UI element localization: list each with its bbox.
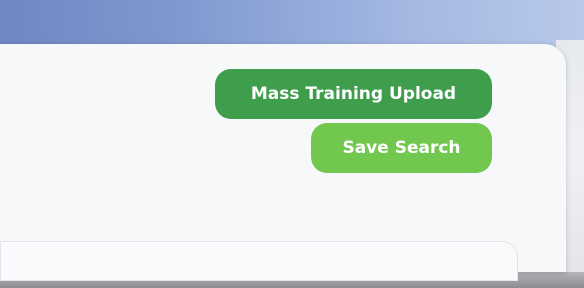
- screen: Mass Training Upload Save Search: [0, 0, 584, 288]
- save-search-button[interactable]: Save Search: [311, 123, 492, 173]
- mass-training-upload-button[interactable]: Mass Training Upload: [215, 69, 492, 119]
- results-panel: [0, 241, 518, 281]
